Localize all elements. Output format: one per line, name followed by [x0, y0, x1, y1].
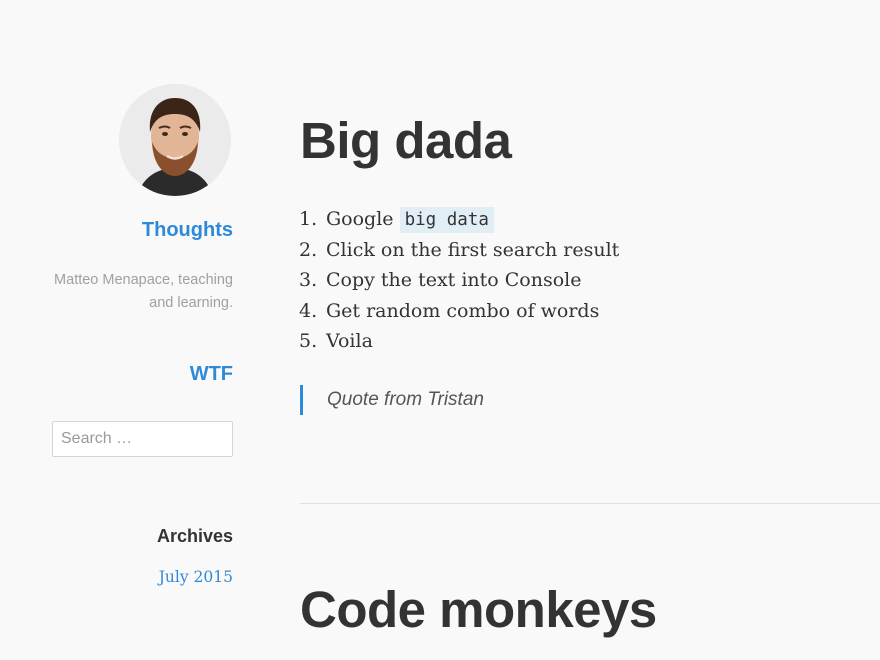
list-item-number: 5. [299, 330, 318, 352]
search-input[interactable] [52, 421, 233, 457]
avatar[interactable] [119, 84, 231, 196]
post-divider [300, 503, 880, 504]
site-description: Matteo Menapace, teaching and learning. [54, 272, 233, 311]
list-item: 3. Copy the text into Console [299, 265, 619, 296]
list-item-text: Google [326, 208, 400, 230]
archive-link-july-2015[interactable]: July 2015 [159, 568, 233, 586]
post-title[interactable]: Code monkeys [300, 580, 657, 639]
quote-text: Quote from Tristan [327, 389, 484, 410]
list-item: 1. Google big data [299, 204, 619, 235]
archives-heading: Archives [156, 526, 233, 546]
nav-link-wtf[interactable]: WTF [190, 363, 233, 386]
list-item-number: 1. [299, 208, 318, 230]
list-item-text: Copy the text into Console [326, 269, 582, 291]
list-item-number: 4. [299, 299, 318, 322]
list-item: 2. Click on the first search result [299, 235, 619, 266]
list-item-text: Get random combo of words [326, 299, 600, 322]
list-item: 4. Get random combo of words [299, 296, 619, 327]
blockquote: Quote from Tristan [300, 385, 484, 415]
steps-list: 1. Google big data 2. Click on the first s… [299, 204, 619, 357]
inline-code: big data [399, 207, 494, 233]
list-item: 5. Voila [299, 326, 619, 357]
list-item-text: Voila [326, 330, 373, 352]
site-title[interactable]: Thoughts [142, 219, 233, 242]
avatar-photo-icon [119, 84, 231, 196]
list-item-number: 2. [299, 238, 318, 261]
list-item-text: Click on the first search result [326, 238, 620, 261]
post-title[interactable]: Big dada [300, 111, 512, 170]
list-item-number: 3. [299, 269, 318, 291]
